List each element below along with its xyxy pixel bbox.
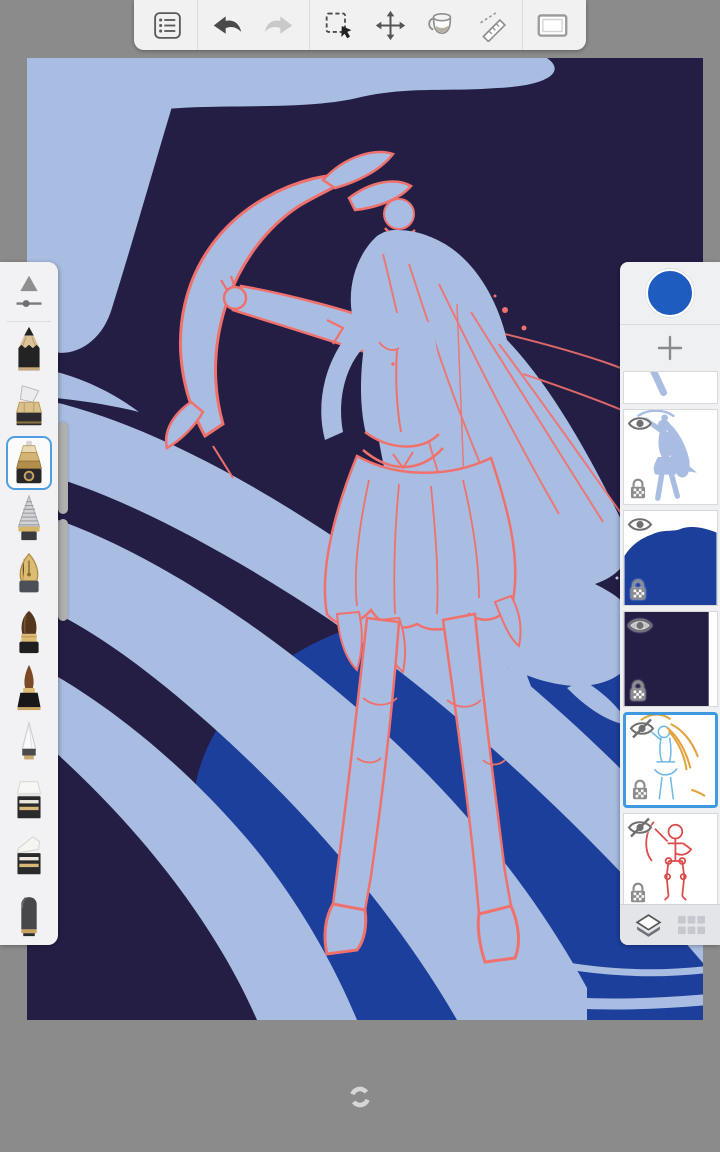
tool-blender[interactable] (0, 717, 58, 773)
add-layer-button[interactable] (620, 325, 720, 371)
canvas-rotate-reset-handle[interactable] (347, 1084, 373, 1110)
smudge-tool-icon (9, 889, 49, 939)
fill-bucket-button[interactable] (420, 0, 462, 50)
top-toolbar (134, 0, 586, 50)
pen-nib-icon (9, 551, 49, 601)
layers-panel-footer (620, 904, 720, 945)
alpha-lock-icon (629, 679, 647, 702)
eraser-flat-icon (9, 776, 49, 826)
select-icon (323, 9, 356, 42)
ruler-icon (476, 9, 509, 42)
layers-panel (620, 262, 720, 945)
alpha-lock-icon (631, 778, 649, 801)
layers-icon (635, 913, 662, 938)
tool-eraser-flat[interactable] (0, 773, 58, 829)
tool-flat-marker[interactable] (0, 379, 58, 435)
layer-color-sketch[interactable] (623, 712, 718, 808)
tool-brush-settings[interactable] (0, 265, 58, 321)
brush-settings-icon (9, 268, 49, 318)
tool-smudge-tool[interactable] (0, 886, 58, 942)
round-brush-icon (9, 607, 49, 657)
move-icon (374, 9, 407, 42)
tool-palette (0, 262, 58, 945)
move-button[interactable] (369, 0, 411, 50)
layers-panel-toggle-button[interactable] (635, 913, 662, 938)
alpha-lock-icon (629, 477, 647, 500)
canvas-frame-icon (536, 9, 569, 42)
flat-marker-icon (9, 382, 49, 432)
layer-blue-blob[interactable] (623, 510, 718, 606)
fill-bucket-icon (425, 9, 458, 42)
grid-icon (678, 913, 705, 938)
undo-button[interactable] (207, 0, 249, 50)
airbrush-cone-icon (9, 438, 49, 488)
layer-hidden-eye-icon[interactable] (627, 817, 653, 838)
canvas-frame-button[interactable] (532, 0, 574, 50)
tool-round-brush[interactable] (0, 604, 58, 660)
tool-pointed-brush[interactable] (0, 660, 58, 716)
tool-pen-nib[interactable] (0, 548, 58, 604)
tool-airbrush[interactable] (0, 491, 58, 547)
airbrush-icon (9, 494, 49, 544)
layer-visible-eye-icon[interactable] (627, 615, 653, 636)
alpha-lock-icon (629, 578, 647, 601)
rotate-reset-icon (347, 1084, 373, 1110)
pointed-brush-icon (9, 663, 49, 713)
layer-hidden-eye-icon[interactable] (629, 718, 655, 739)
layer-visible-eye-icon[interactable] (627, 514, 653, 535)
color-swatch-area (620, 262, 720, 325)
eraser-chisel-icon (9, 832, 49, 882)
ruler-button[interactable] (471, 0, 513, 50)
layer-pose-sketch[interactable] (623, 813, 718, 904)
blender-icon (9, 720, 49, 770)
pencil-icon (9, 325, 49, 375)
layer-visible-eye-icon[interactable] (627, 413, 653, 434)
layer-silhouette[interactable] (623, 409, 718, 505)
menu-list-button[interactable] (146, 0, 188, 50)
artwork-illustration (27, 58, 703, 1020)
grid-view-toggle-button[interactable] (678, 913, 705, 938)
layer-strokes-top[interactable] (623, 371, 718, 404)
redo-icon (262, 9, 295, 42)
drawing-canvas[interactable] (27, 58, 703, 1020)
tool-pencil[interactable] (0, 322, 58, 378)
toolbar-divider (197, 0, 198, 50)
menu-list-icon (151, 9, 184, 42)
palette-scroll-handle-top[interactable] (58, 422, 68, 514)
redo-button[interactable] (258, 0, 300, 50)
alpha-lock-icon (629, 881, 647, 904)
layer-strokes-top-thumbnail (624, 371, 717, 403)
toolbar-divider (522, 0, 523, 50)
palette-scroll-handle-bottom[interactable] (58, 519, 68, 621)
tool-eraser-chisel[interactable] (0, 829, 58, 885)
layers-list (620, 371, 720, 904)
undo-icon (211, 9, 244, 42)
tool-airbrush-cone[interactable] (0, 435, 58, 491)
toolbar-divider (309, 0, 310, 50)
select-button[interactable] (318, 0, 360, 50)
current-color-swatch[interactable] (646, 269, 694, 317)
layer-navy-bg[interactable] (623, 611, 718, 707)
plus-icon (655, 333, 685, 363)
